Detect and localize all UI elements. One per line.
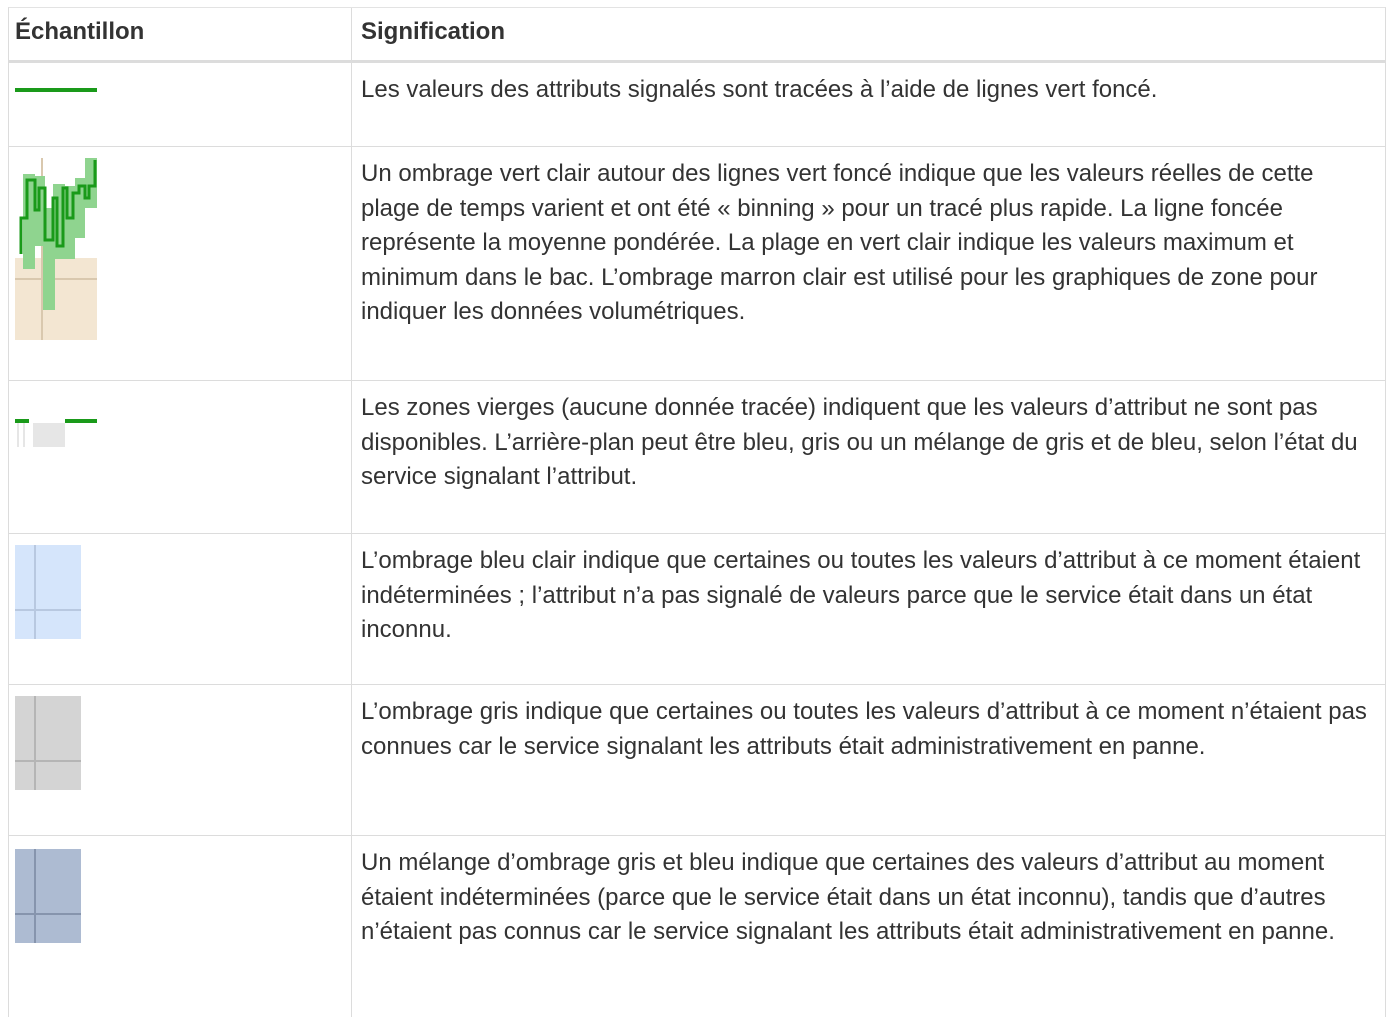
table-header-row: Échantillon Signification <box>9 8 1385 63</box>
row-description: L’ombrage gris indique que certaines ou … <box>361 698 1367 760</box>
table-row: Les valeurs des attributs signalés sont … <box>9 63 1385 147</box>
table-row: L’ombrage gris indique que certaines ou … <box>9 685 1385 836</box>
legend-table: Échantillon Signification Les valeurs de… <box>8 7 1386 1017</box>
gray-shading-icon <box>15 696 81 790</box>
row-description: Les zones vierges (aucune donnée tracée)… <box>361 394 1358 490</box>
dark-green-line-icon <box>15 88 97 92</box>
light-blue-shading-icon <box>15 545 81 639</box>
table-row: Les zones vierges (aucune donnée tracée)… <box>9 381 1385 534</box>
binned-graph-sample-icon <box>15 158 97 340</box>
row-description: Les valeurs des attributs signalés sont … <box>361 76 1158 103</box>
table-row: Un ombrage vert clair autour des lignes … <box>9 147 1385 381</box>
header-meaning: Signification <box>361 18 505 45</box>
table-row: Un mélange d’ombrage gris et bleu indiqu… <box>9 836 1385 1026</box>
row-description: Un mélange d’ombrage gris et bleu indiqu… <box>361 849 1335 945</box>
gray-blue-shading-icon <box>15 849 81 943</box>
table-row: L’ombrage bleu clair indique que certain… <box>9 534 1385 685</box>
header-sample: Échantillon <box>15 18 145 45</box>
row-description: Un ombrage vert clair autour des lignes … <box>361 160 1318 325</box>
blank-gap-sample-icon <box>15 419 97 447</box>
row-description: L’ombrage bleu clair indique que certain… <box>361 547 1361 643</box>
